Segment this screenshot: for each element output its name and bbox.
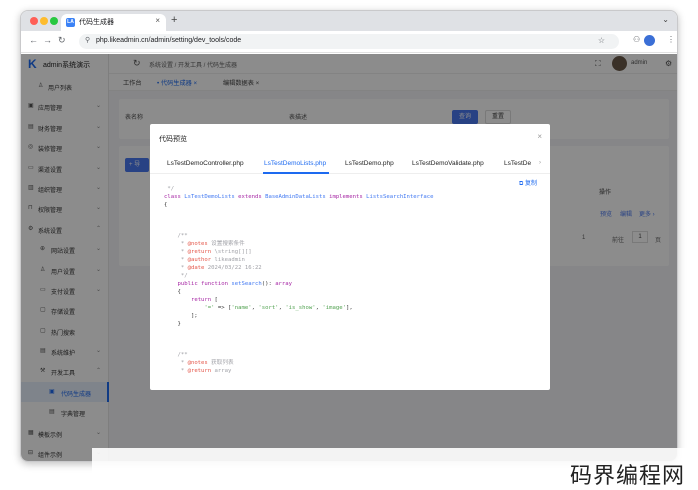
new-tab-button[interactable]: +	[171, 14, 177, 26]
code-line: * @notes 设置搜索条件	[164, 241, 245, 247]
url-text: php.likeadmin.cn/admin/setting/dev_tools…	[96, 37, 242, 44]
code-line: /**	[164, 233, 188, 239]
code-line: /**	[164, 352, 188, 358]
tab-lists[interactable]: LsTestDemoLists.php	[264, 160, 326, 167]
active-tab-indicator	[263, 172, 329, 174]
browser-window: LA 代码生成器 × + ⌄ ← → ↻ ⚲ php.likeadmin.cn/…	[20, 10, 678, 462]
extensions-icon[interactable]: ⚇	[633, 35, 640, 44]
code-line: * @return array	[164, 368, 232, 374]
tab-model[interactable]: LsTestDemo.php	[345, 160, 394, 167]
bookmark-star-icon[interactable]: ☆	[598, 36, 605, 45]
browser-menu-icon[interactable]: ⋮	[667, 35, 675, 44]
code-line: class LsTestDemoLists extends BaseAdminD…	[164, 194, 434, 200]
dialog-tabs: LsTestDemoController.php LsTestDemoLists…	[150, 154, 550, 174]
tab-close-icon[interactable]: ×	[155, 16, 160, 25]
close-icon[interactable]: ×	[537, 132, 542, 141]
browser-tab-strip: LA 代码生成器 × + ⌄	[21, 11, 677, 31]
browser-tab[interactable]: LA 代码生成器 ×	[61, 14, 166, 31]
url-field[interactable]: ⚲ php.likeadmin.cn/admin/setting/dev_too…	[79, 34, 619, 49]
code-line: */	[164, 273, 188, 279]
favicon-icon: LA	[66, 18, 75, 27]
code-line: ];	[164, 313, 198, 319]
code-line: {	[164, 289, 181, 295]
site-info-icon[interactable]: ⚲	[85, 36, 90, 44]
code-line: * @date 2024/03/22 16:22	[164, 265, 262, 271]
code-line: * @return \string[][]	[164, 249, 252, 255]
screenshot-stage: LA 代码生成器 × + ⌄ ← → ↻ ⚲ php.likeadmin.cn/…	[0, 0, 698, 490]
dialog-title: 代码预览	[159, 136, 187, 143]
address-bar: ← → ↻ ⚲ php.likeadmin.cn/admin/setting/d…	[21, 31, 677, 53]
tab-search-icon[interactable]: ⌄	[662, 15, 669, 24]
code-line: * @notes 获取列表	[164, 360, 234, 366]
profile-avatar-icon[interactable]	[644, 35, 655, 46]
reload-icon[interactable]: ↻	[58, 35, 66, 46]
back-icon[interactable]: ←	[29, 35, 38, 45]
browser-tab-title: 代码生成器	[79, 19, 114, 26]
code-line: return [	[190, 297, 218, 303]
maximize-window-button[interactable]	[50, 17, 58, 25]
close-window-button[interactable]	[30, 17, 38, 25]
code-line: */	[164, 186, 175, 192]
tab-validate[interactable]: LsTestDemoValidate.php	[412, 160, 484, 167]
chevron-right-icon[interactable]: ›	[539, 160, 541, 166]
forward-icon[interactable]: →	[43, 35, 52, 45]
watermark-text: 码界编程网	[570, 463, 686, 488]
code-line: }	[164, 321, 181, 327]
tab-controller[interactable]: LsTestDemoController.php	[167, 160, 244, 167]
code-line: public function setSearch(): array	[177, 281, 293, 287]
minimize-window-button[interactable]	[40, 17, 48, 25]
code-preview-dialog: 代码预览 × LsTestDemoController.php LsTestDe…	[150, 124, 550, 390]
copy-button[interactable]: ⧉ 复制	[519, 178, 537, 188]
modal-overlay-sidebar[interactable]	[21, 54, 109, 461]
tab-overflow[interactable]: LsTestDe	[504, 160, 531, 167]
code-line: '=' => ['name', 'sort', 'is_show', 'imag…	[204, 305, 353, 311]
copy-label: 复制	[524, 181, 537, 187]
code-line: {	[164, 202, 168, 208]
code-line: * @author likeadmin	[164, 257, 245, 263]
